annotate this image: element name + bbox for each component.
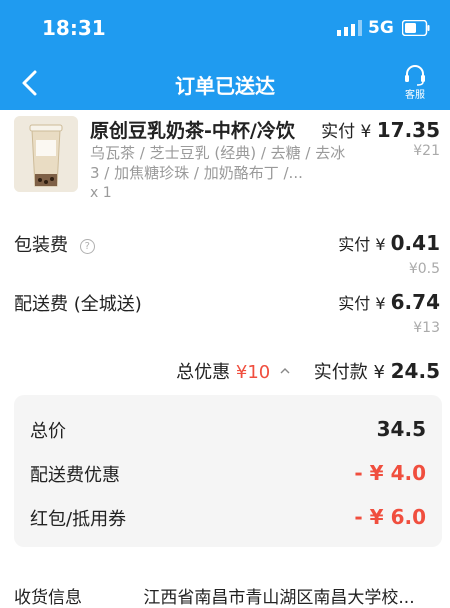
product-item[interactable]: 原创豆乳奶茶-中杯/冷饮 实付 ¥ 17.35 ¥21 乌瓦茶 / 芝士豆乳 (… (0, 110, 450, 210)
delivery-fee-label: 配送费 (全城送) (14, 294, 142, 315)
packaging-fee-label: 包装费 ? (14, 231, 95, 257)
status-time: 18:31 (42, 16, 106, 40)
delivery-address: 江西省南昌市青山湖区南昌大学校... (143, 588, 415, 608)
total-price-value: 34.5 (376, 417, 426, 441)
coupon-value: - ¥ 6.0 (354, 505, 426, 529)
product-paid-label: 实付 ¥ (321, 122, 372, 142)
chevron-up-icon[interactable] (280, 366, 290, 376)
milk-tea-cup-icon (14, 116, 78, 192)
status-bar: 18:31 5G (0, 0, 450, 56)
product-paid: 实付 ¥ 17.35 (321, 117, 440, 142)
delivery-info-label: 收货信息 (14, 588, 82, 608)
total-paid-label: 实付款 ¥ (313, 362, 385, 383)
battery-icon (402, 20, 430, 36)
signal-icon (337, 20, 362, 36)
product-name: 原创豆乳奶茶-中杯/冷饮 (90, 120, 295, 142)
discount-value: ¥10 (235, 362, 271, 383)
delivery-discount-row: 配送费优惠 - ¥ 4.0 (30, 461, 426, 487)
price-breakdown-card: 总价 34.5 配送费优惠 - ¥ 4.0 红包/抵用券 - ¥ 6.0 (14, 395, 442, 547)
coupon-row: 红包/抵用券 - ¥ 6.0 (30, 505, 426, 531)
delivery-paid-label: 实付 ¥ (338, 294, 386, 313)
packaging-paid-amount: 0.41 (390, 231, 440, 255)
packaging-paid-label: 实付 ¥ (338, 235, 386, 254)
delivery-fee-original: ¥13 (413, 320, 440, 336)
delivery-discount-label: 配送费优惠 (30, 465, 120, 486)
nav-bar: 订单已送达 客服 (0, 56, 450, 110)
product-quantity: x 1 (90, 185, 112, 201)
total-price-label: 总价 (30, 421, 66, 442)
delivery-fee-row: 配送费 (全城送) 实付 ¥ 6.74 ¥13 (0, 290, 450, 340)
total-price-row: 总价 34.5 (30, 417, 426, 443)
packaging-fee-original: ¥0.5 (408, 261, 440, 277)
packaging-fee-row: 包装费 ? 实付 ¥ 0.41 ¥0.5 (0, 231, 450, 281)
page-title: 订单已送达 (175, 74, 275, 98)
packaging-fee-text: 包装费 (14, 235, 68, 256)
network-label: 5G (368, 18, 394, 38)
discount-label: 总优惠 (176, 362, 231, 383)
total-paid-amount: 24.5 (390, 359, 440, 383)
service-label: 客服 (405, 90, 425, 101)
delivery-paid-amount: 6.74 (390, 290, 440, 314)
packaging-fee-paid: 实付 ¥ 0.41 (338, 231, 440, 255)
delivery-fee-paid: 实付 ¥ 6.74 (338, 290, 440, 314)
customer-service-button[interactable]: 客服 (398, 64, 432, 104)
help-circle-icon[interactable]: ? (79, 239, 95, 254)
delivery-info-row[interactable]: 收货信息 江西省南昌市青山湖区南昌大学校... (14, 583, 444, 608)
headset-icon (405, 65, 425, 86)
delivery-discount-value: - ¥ 4.0 (354, 461, 426, 485)
order-summary: 总优惠 ¥10 实付款 ¥ 24.5 (176, 358, 440, 384)
product-spec: 乌瓦茶 / 芝士豆乳 (经典) / 去糖 / 去冰3 / 加焦糖珍珠 / 加奶酪… (90, 144, 346, 182)
coupon-label: 红包/抵用券 (30, 509, 127, 530)
product-paid-amount: 17.35 (376, 118, 440, 142)
product-original-price: ¥21 (413, 143, 440, 159)
product-thumbnail (14, 116, 78, 192)
